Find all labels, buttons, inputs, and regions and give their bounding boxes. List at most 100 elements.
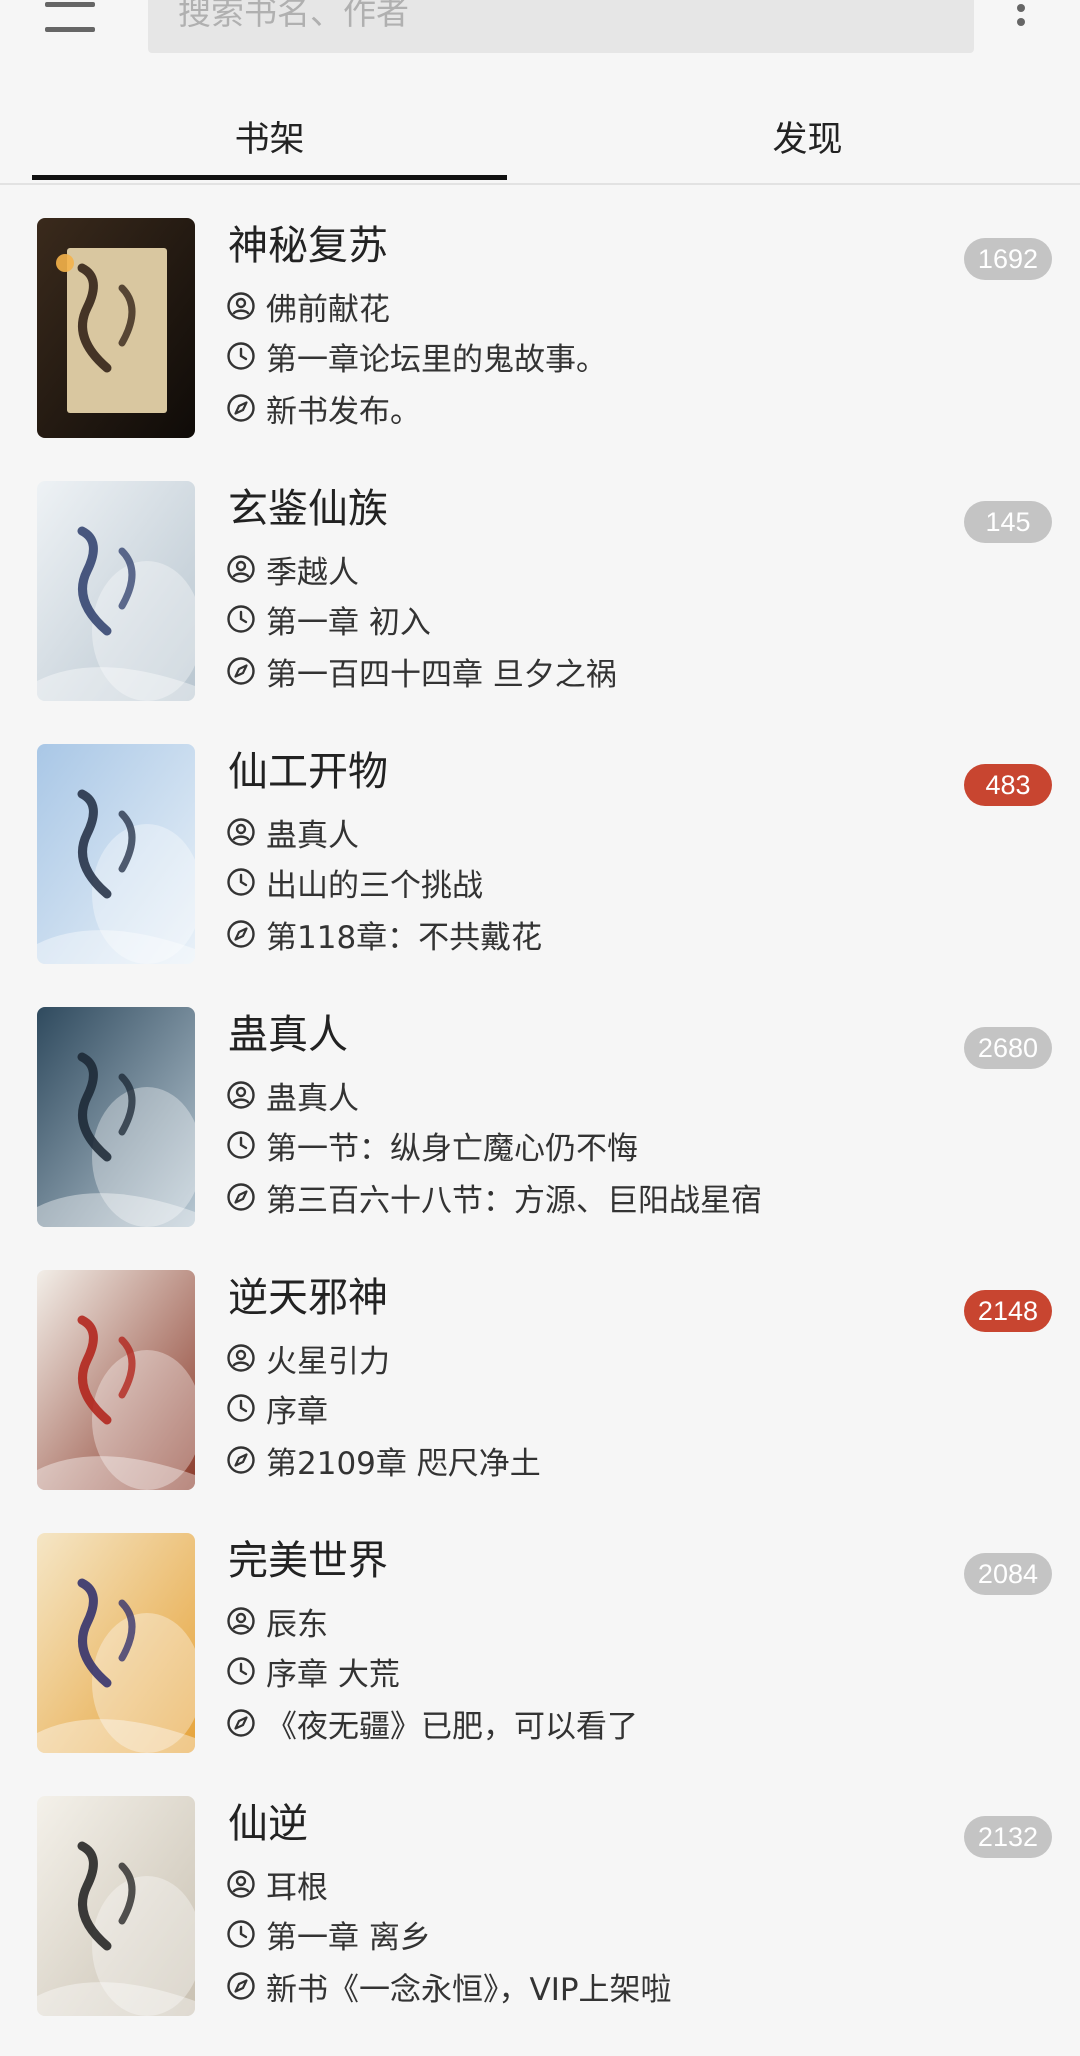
unread-count-badge: 483 xyxy=(964,764,1052,806)
book-last-read-chapter: 序章 大荒 xyxy=(266,1656,400,1693)
tab-bar: 书架 发现 xyxy=(0,95,1080,185)
bookshelf-screen: 搜索书名、作者 书架 发现 神秘复苏 佛前献花 第一章论坛里的鬼故事。 新书发布… xyxy=(0,0,1080,2056)
book-latest-row: 《夜无疆》已肥，可以看了 xyxy=(226,1701,638,1745)
clock-icon xyxy=(227,868,255,896)
person-icon xyxy=(227,1081,255,1109)
book-last-read-row: 序章 xyxy=(226,1386,328,1430)
book-author-row: 耳根 xyxy=(226,1862,328,1906)
compass-icon xyxy=(227,920,255,948)
book-author: 蛊真人 xyxy=(266,817,359,854)
book-title: 完美世界 xyxy=(228,1538,388,1584)
cover-art xyxy=(37,744,195,964)
book-item[interactable]: 仙逆 耳根 第一章 离乡 新书《一念永恒》，VIP上架啦 2132 xyxy=(0,1796,1080,2056)
book-latest-chapter: 新书《一念永恒》，VIP上架啦 xyxy=(266,1971,672,2008)
book-item[interactable]: 逆天邪神 火星引力 序章 第2109章 咫尺净土 2148 xyxy=(0,1270,1080,1532)
clock-icon xyxy=(227,342,255,370)
person-icon xyxy=(227,818,255,846)
book-latest-row: 第三百六十八节：方源、巨阳战星宿 xyxy=(226,1175,762,1219)
clock-icon xyxy=(227,1131,255,1159)
top-bar: 搜索书名、作者 xyxy=(0,0,1080,70)
search-input[interactable]: 搜索书名、作者 xyxy=(148,0,974,53)
book-item[interactable]: 玄鉴仙族 季越人 第一章 初入 第一百四十四章 旦夕之祸 145 xyxy=(0,481,1080,743)
unread-count-badge: 2148 xyxy=(963,1290,1052,1332)
book-item[interactable]: 神秘复苏 佛前献花 第一章论坛里的鬼故事。 新书发布。 1692 xyxy=(0,218,1080,480)
book-author-row: 蛊真人 xyxy=(226,810,359,854)
book-latest-chapter: 第2109章 咫尺净土 xyxy=(266,1445,541,1482)
cover-art xyxy=(37,481,195,701)
book-cover[interactable] xyxy=(37,1270,195,1490)
hamburger-icon[interactable] xyxy=(45,0,99,36)
person-icon xyxy=(227,292,255,320)
book-last-read-row: 出山的三个挑战 xyxy=(226,860,483,904)
book-cover[interactable] xyxy=(37,1796,195,2016)
book-item[interactable]: 仙工开物 蛊真人 出山的三个挑战 第118章：不共戴花 483 xyxy=(0,744,1080,1006)
book-latest-row: 第2109章 咫尺净土 xyxy=(226,1438,541,1482)
book-latest-chapter: 第一百四十四章 旦夕之祸 xyxy=(266,656,617,693)
book-title: 蛊真人 xyxy=(228,1012,348,1058)
unread-count-badge: 2680 xyxy=(963,1027,1052,1069)
book-last-read-chapter: 第一章 离乡 xyxy=(266,1919,431,1956)
book-title: 仙工开物 xyxy=(228,749,388,795)
book-item[interactable]: 蛊真人 蛊真人 第一节：纵身亡魔心仍不悔 第三百六十八节：方源、巨阳战星宿 26… xyxy=(0,1007,1080,1269)
compass-icon xyxy=(227,1183,255,1211)
book-last-read-chapter: 第一节：纵身亡魔心仍不悔 xyxy=(266,1130,638,1167)
book-last-read-row: 第一章 初入 xyxy=(226,597,431,641)
book-author: 佛前献花 xyxy=(266,291,390,328)
tab-bookshelf[interactable]: 书架 xyxy=(32,95,507,177)
book-last-read-row: 序章 大荒 xyxy=(226,1649,400,1693)
book-cover[interactable] xyxy=(37,218,195,438)
book-last-read-chapter: 出山的三个挑战 xyxy=(266,867,483,904)
compass-icon xyxy=(227,1446,255,1474)
person-icon xyxy=(227,1607,255,1635)
book-latest-chapter: 第118章：不共戴花 xyxy=(266,919,543,956)
book-author-row: 季越人 xyxy=(226,547,359,591)
book-latest-row: 第一百四十四章 旦夕之祸 xyxy=(226,649,617,693)
unread-count-badge: 2132 xyxy=(963,1816,1052,1858)
book-cover[interactable] xyxy=(37,1533,195,1753)
book-latest-chapter: 《夜无疆》已肥，可以看了 xyxy=(266,1708,638,1745)
book-latest-row: 第118章：不共戴花 xyxy=(226,912,542,956)
clock-icon xyxy=(227,1920,255,1948)
book-cover[interactable] xyxy=(37,1007,195,1227)
book-latest-row: 新书发布。 xyxy=(226,386,421,430)
clock-icon xyxy=(227,1657,255,1685)
cover-art xyxy=(37,218,195,438)
book-last-read-row: 第一章 离乡 xyxy=(226,1912,431,1956)
tab-discover[interactable]: 发现 xyxy=(570,95,1045,177)
person-icon xyxy=(227,1344,255,1372)
cover-art xyxy=(37,1533,195,1753)
book-last-read-row: 第一章论坛里的鬼故事。 xyxy=(226,334,607,378)
compass-icon xyxy=(227,657,255,685)
compass-icon xyxy=(227,1972,255,2000)
cover-art xyxy=(37,1007,195,1227)
book-author: 季越人 xyxy=(266,554,359,591)
book-author-row: 辰东 xyxy=(226,1599,328,1643)
book-latest-chapter: 新书发布。 xyxy=(266,393,421,430)
book-latest-row: 新书《一念永恒》，VIP上架啦 xyxy=(226,1964,672,2008)
clock-icon xyxy=(227,605,255,633)
book-latest-chapter: 第三百六十八节：方源、巨阳战星宿 xyxy=(266,1182,762,1219)
clock-icon xyxy=(227,1394,255,1422)
unread-count-badge: 2084 xyxy=(963,1553,1052,1595)
book-author-row: 蛊真人 xyxy=(226,1073,359,1117)
book-item[interactable]: 完美世界 辰东 序章 大荒 《夜无疆》已肥，可以看了 2084 xyxy=(0,1533,1080,1795)
book-author: 蛊真人 xyxy=(266,1080,359,1117)
unread-count-badge: 145 xyxy=(964,501,1052,543)
active-tab-indicator xyxy=(32,175,507,180)
unread-count-badge: 1692 xyxy=(963,238,1052,280)
book-title: 逆天邪神 xyxy=(228,1275,388,1321)
book-title: 仙逆 xyxy=(228,1801,308,1847)
compass-icon xyxy=(227,1709,255,1737)
book-last-read-chapter: 序章 xyxy=(266,1393,328,1430)
compass-icon xyxy=(227,394,255,422)
person-icon xyxy=(227,1870,255,1898)
book-last-read-row: 第一节：纵身亡魔心仍不悔 xyxy=(226,1123,638,1167)
book-author-row: 佛前献花 xyxy=(226,284,390,328)
book-cover[interactable] xyxy=(37,481,195,701)
book-last-read-chapter: 第一章 初入 xyxy=(266,604,431,641)
book-cover[interactable] xyxy=(37,744,195,964)
cover-art xyxy=(37,1796,195,2016)
book-author: 耳根 xyxy=(266,1869,328,1906)
book-author-row: 火星引力 xyxy=(226,1336,390,1380)
more-vertical-icon[interactable] xyxy=(1011,4,1031,38)
